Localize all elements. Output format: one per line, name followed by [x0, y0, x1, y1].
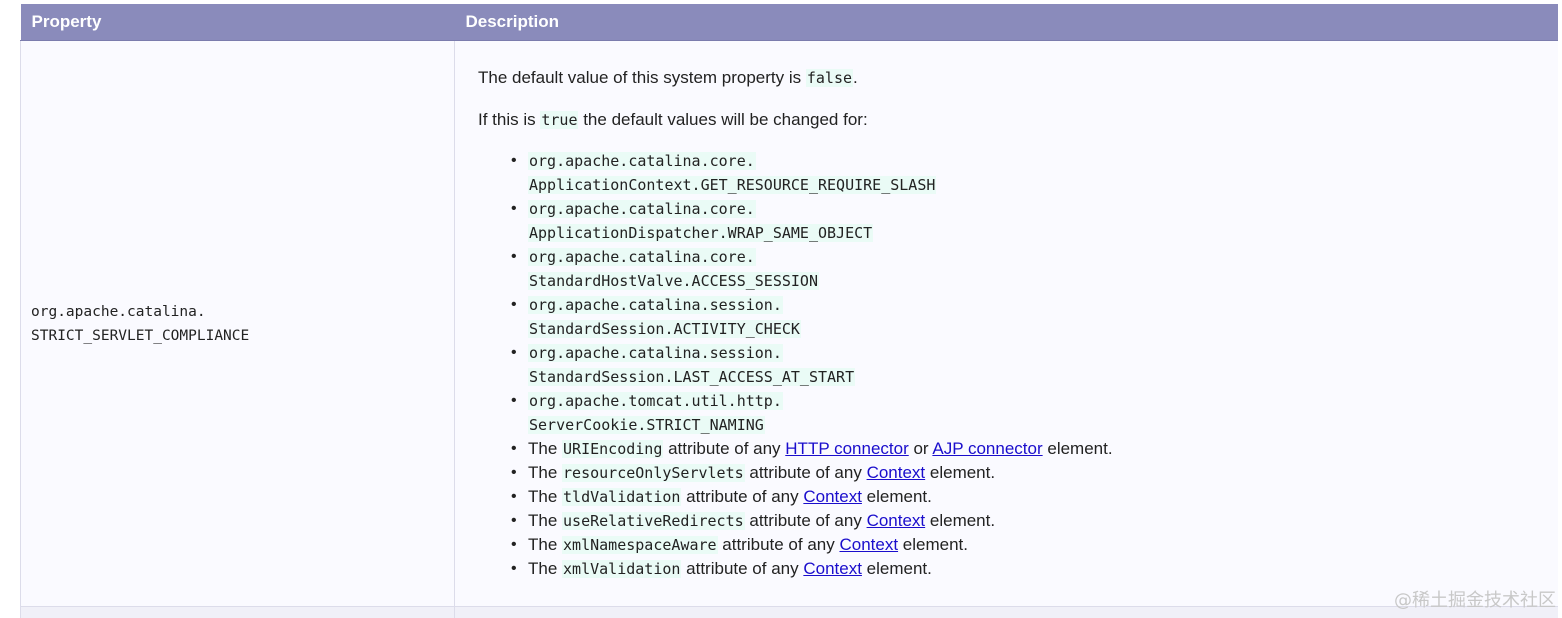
- item-or: or: [908, 439, 933, 458]
- list-code-line2: StandardSession.ACTIVITY_CHECK: [528, 320, 801, 338]
- item-suffix: element.: [861, 559, 932, 578]
- table-row-next: [20, 606, 1558, 618]
- item-mid: attribute of any: [744, 463, 867, 482]
- item-suffix: element.: [925, 511, 996, 530]
- list-item: • The resourceOnlyServlets attribute of a…: [511, 461, 1558, 485]
- list-item: • org.apache.catalina.core. StandardHostVa…: [511, 245, 1558, 293]
- header-description: Description: [454, 4, 1558, 41]
- property-cell: org.apache.catalina. STRICT_SERVLET_COMP…: [20, 40, 455, 607]
- table-header-row: Property Description: [20, 4, 1558, 41]
- list-item: • org.apache.catalina.core. ApplicationCon…: [511, 149, 1558, 197]
- list-code-line2: ApplicationDispatcher.WRAP_SAME_OBJECT: [528, 224, 874, 242]
- item-prefix: The: [528, 559, 563, 578]
- property-name-line2: STRICT_SERVLET_COMPLIANCE: [31, 327, 250, 344]
- watermark: @稀土掘金技术社区: [1394, 590, 1556, 611]
- item-prefix: The: [528, 535, 563, 554]
- item-suffix: element.: [1042, 439, 1113, 458]
- list-code-line2: StandardHostValve.ACCESS_SESSION: [528, 272, 819, 290]
- bullet-icon: •: [511, 440, 517, 457]
- bullet-icon: •: [511, 464, 517, 481]
- p1-suffix: .: [853, 68, 858, 87]
- list-code-line1: org.apache.catalina.session.: [528, 344, 783, 362]
- context-link[interactable]: Context: [839, 535, 898, 554]
- list-code-line2: ApplicationContext.GET_RESOURCE_REQUIRE_…: [528, 176, 937, 194]
- item-prefix: The: [528, 511, 563, 530]
- list-item: • The xmlNamespaceAware attribute of any …: [511, 533, 1558, 557]
- bullet-icon: •: [511, 200, 517, 217]
- item-mid: attribute of any: [717, 535, 840, 554]
- attribute-code: xmlNamespaceAware: [562, 536, 718, 554]
- item-suffix: element.: [861, 487, 932, 506]
- default-value-paragraph: The default value of this system propert…: [478, 66, 1558, 90]
- list-code-line1: org.apache.catalina.core.: [528, 200, 756, 218]
- description-cell: The default value of this system propert…: [454, 40, 1558, 607]
- list-item: • org.apache.catalina.core. ApplicationDis…: [511, 197, 1558, 245]
- bullet-icon: •: [511, 344, 517, 361]
- list-code-line1: org.apache.catalina.session.: [528, 296, 783, 314]
- true-code: true: [540, 111, 579, 129]
- list-code-line2: ServerCookie.STRICT_NAMING: [528, 416, 765, 434]
- p2-suffix: the default values will be changed for:: [578, 110, 868, 129]
- item-mid: attribute of any: [663, 439, 786, 458]
- http-connector-link[interactable]: HTTP connector: [785, 439, 908, 458]
- attribute-code: xmlValidation: [562, 560, 682, 578]
- bullet-icon: •: [511, 536, 517, 553]
- bullet-icon: •: [511, 152, 517, 169]
- next-row-cell: [20, 606, 455, 618]
- changed-defaults-list: • org.apache.catalina.core. ApplicationCon…: [478, 149, 1558, 581]
- p1-prefix: The default value of this system propert…: [478, 68, 806, 87]
- item-suffix: element.: [925, 463, 996, 482]
- context-link[interactable]: Context: [867, 511, 926, 530]
- list-item: • The xmlValidation attribute of any Cont…: [511, 557, 1558, 581]
- context-link[interactable]: Context: [803, 487, 862, 506]
- context-link[interactable]: Context: [803, 559, 862, 578]
- changes-paragraph: If this is true the default values will …: [478, 108, 1558, 132]
- properties-table: Property Description org.apache.catalina…: [20, 4, 1558, 618]
- header-property: Property: [20, 4, 455, 41]
- item-suffix: element.: [898, 535, 968, 554]
- bullet-icon: •: [511, 296, 517, 313]
- next-row-cell: [454, 606, 1558, 618]
- ajp-connector-link[interactable]: AJP connector: [932, 439, 1042, 458]
- item-prefix: The: [528, 439, 563, 458]
- list-item: • The URIEncoding attribute of any HTTP c…: [511, 437, 1558, 461]
- bullet-icon: •: [511, 488, 517, 505]
- item-prefix: The: [528, 463, 563, 482]
- list-item: • org.apache.catalina.session. StandardSes…: [511, 341, 1558, 389]
- bullet-icon: •: [511, 248, 517, 265]
- list-code-line1: org.apache.catalina.core.: [528, 248, 756, 266]
- item-mid: attribute of any: [681, 559, 804, 578]
- p2-prefix: If this is: [478, 110, 541, 129]
- property-name-line1: org.apache.catalina.: [31, 303, 206, 320]
- attribute-code: URIEncoding: [562, 440, 664, 458]
- list-code-line1: org.apache.catalina.core.: [528, 152, 756, 170]
- list-item: • org.apache.catalina.session. StandardSes…: [511, 293, 1558, 341]
- attribute-code: useRelativeRedirects: [562, 512, 745, 530]
- bullet-icon: •: [511, 560, 517, 577]
- table-row: org.apache.catalina. STRICT_SERVLET_COMP…: [20, 40, 1558, 607]
- context-link[interactable]: Context: [867, 463, 926, 482]
- false-code: false: [805, 69, 854, 87]
- list-item: • The useRelativeRedirects attribute of a…: [511, 509, 1558, 533]
- item-mid: attribute of any: [681, 487, 804, 506]
- attribute-code: tldValidation: [562, 488, 682, 506]
- list-item: • org.apache.tomcat.util.http. ServerCooki…: [511, 389, 1558, 437]
- description: The default value of this system propert…: [455, 66, 1558, 581]
- bullet-icon: •: [511, 512, 517, 529]
- list-item: • The tldValidation attribute of any Cont…: [511, 485, 1558, 509]
- attribute-code: resourceOnlyServlets: [562, 464, 745, 482]
- item-prefix: The: [528, 487, 563, 506]
- bullet-icon: •: [511, 392, 517, 409]
- property-name: org.apache.catalina. STRICT_SERVLET_COMP…: [21, 300, 454, 348]
- list-code-line1: org.apache.tomcat.util.http.: [528, 392, 783, 410]
- list-code-line2: StandardSession.LAST_ACCESS_AT_START: [528, 368, 856, 386]
- item-mid: attribute of any: [744, 511, 867, 530]
